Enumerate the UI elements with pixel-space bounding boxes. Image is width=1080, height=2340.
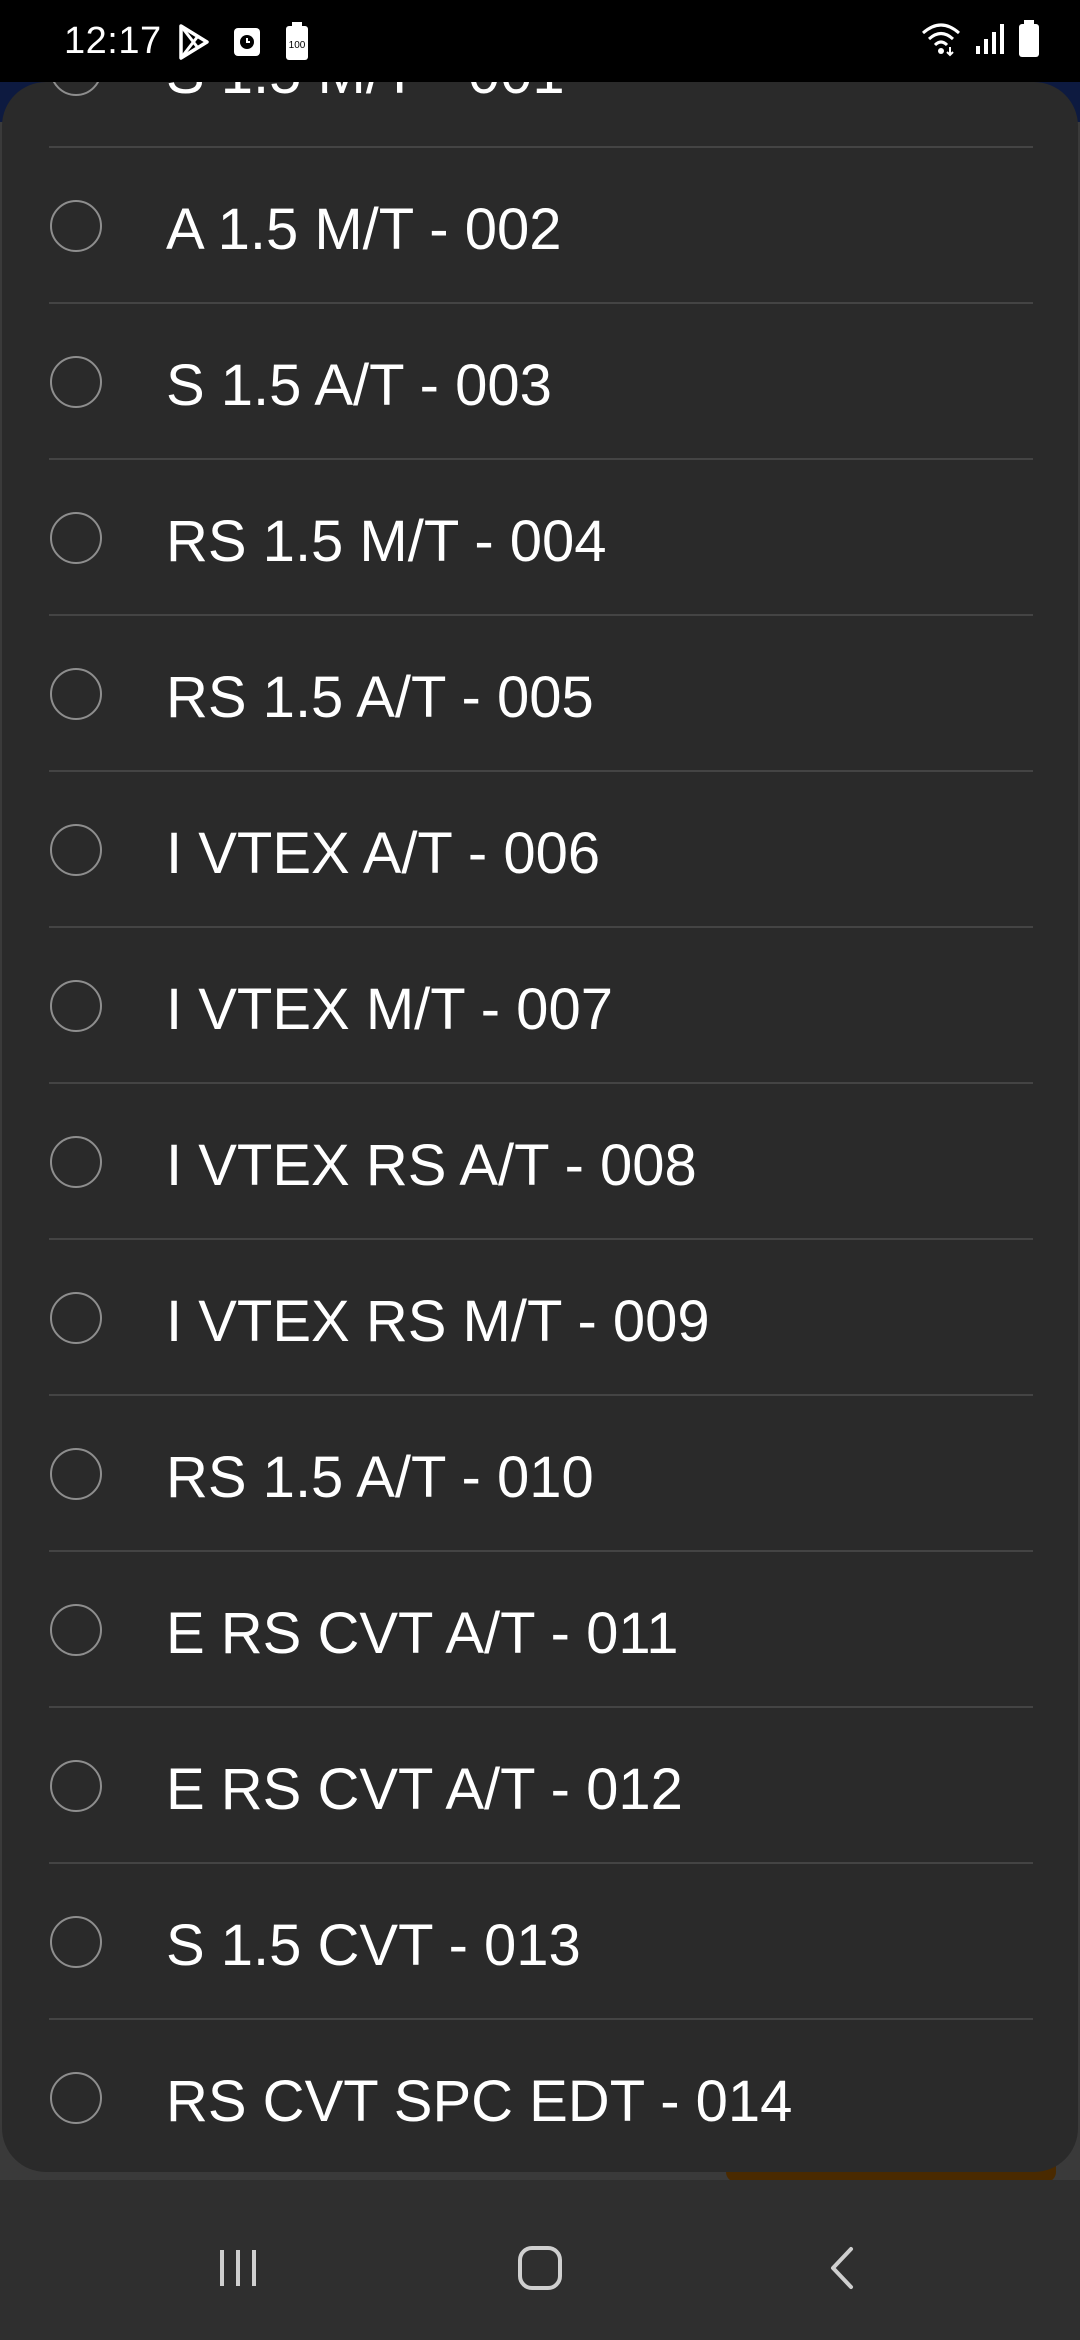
option-label: I VTEX RS M/T - 009: [166, 1289, 710, 1354]
option-row[interactable]: S 1.5 M/T - 001: [2, 82, 1078, 148]
radio-button[interactable]: [50, 200, 102, 252]
option-label: RS 1.5 A/T - 010: [166, 1445, 594, 1510]
status-notification-icons: 100: [178, 22, 310, 62]
back-icon: [827, 2245, 857, 2291]
signal-icon: [974, 22, 1006, 56]
battery-100-icon: 100: [284, 22, 310, 62]
radio-button[interactable]: [50, 1292, 102, 1344]
recents-icon: [216, 2248, 260, 2288]
home-button[interactable]: [480, 2228, 600, 2308]
battery-icon: [1018, 20, 1040, 58]
option-row[interactable]: RS 1.5 A/T - 005: [2, 616, 1078, 772]
wifi-icon: [920, 21, 962, 57]
option-row[interactable]: E RS CVT A/T - 011: [2, 1552, 1078, 1708]
option-label: I VTEX RS A/T - 008: [166, 1133, 697, 1198]
option-row[interactable]: RS 1.5 M/T - 004: [2, 460, 1078, 616]
option-label: I VTEX M/T - 007: [166, 977, 613, 1042]
variant-selection-dialog: S 1.5 M/T - 001 A 1.5 M/T - 002 S 1.5 A/T …: [2, 82, 1078, 2172]
svg-text:100: 100: [289, 40, 306, 51]
option-label: A 1.5 M/T - 002: [166, 197, 562, 262]
back-button[interactable]: [782, 2228, 902, 2308]
option-row[interactable]: A 1.5 M/T - 002: [2, 148, 1078, 304]
recents-button[interactable]: [178, 2228, 298, 2308]
option-label: S 1.5 M/T - 001: [166, 82, 565, 107]
option-list[interactable]: S 1.5 M/T - 001 A 1.5 M/T - 002 S 1.5 A/T …: [2, 82, 1078, 2172]
option-row[interactable]: I VTEX M/T - 007: [2, 928, 1078, 1084]
radio-button[interactable]: [50, 824, 102, 876]
option-row[interactable]: RS CVT SPC EDT - 014: [2, 2020, 1078, 2172]
status-time: 12:17: [64, 20, 162, 62]
radio-button[interactable]: [50, 1136, 102, 1188]
option-label: RS 1.5 M/T - 004: [166, 509, 607, 574]
radio-button[interactable]: [50, 356, 102, 408]
option-row[interactable]: S 1.5 CVT - 013: [2, 1864, 1078, 2020]
option-label: I VTEX A/T - 006: [166, 821, 601, 886]
option-label: E RS CVT A/T - 012: [166, 1757, 683, 1822]
option-row[interactable]: E RS CVT A/T - 012: [2, 1708, 1078, 1864]
status-system-icons: [920, 20, 1040, 58]
option-row[interactable]: I VTEX RS A/T - 008: [2, 1084, 1078, 1240]
navigation-bar: [0, 2180, 1080, 2340]
clock-app-icon: [232, 25, 262, 59]
play-store-icon: [178, 24, 210, 60]
home-icon: [517, 2245, 563, 2291]
option-row[interactable]: S 1.5 A/T - 003: [2, 304, 1078, 460]
option-label: S 1.5 CVT - 013: [166, 1913, 581, 1978]
option-label: RS CVT SPC EDT - 014: [166, 2069, 793, 2134]
radio-button[interactable]: [50, 980, 102, 1032]
radio-button[interactable]: [50, 2072, 102, 2124]
option-label: S 1.5 A/T - 003: [166, 353, 552, 418]
radio-button[interactable]: [50, 512, 102, 564]
status-bar: 12:17 100: [0, 0, 1080, 82]
radio-button[interactable]: [50, 1760, 102, 1812]
option-row[interactable]: I VTEX A/T - 006: [2, 772, 1078, 928]
option-label: RS 1.5 A/T - 005: [166, 665, 594, 730]
option-row[interactable]: I VTEX RS M/T - 009: [2, 1240, 1078, 1396]
radio-button[interactable]: [50, 82, 102, 96]
radio-button[interactable]: [50, 1604, 102, 1656]
radio-button[interactable]: [50, 668, 102, 720]
radio-button[interactable]: [50, 1916, 102, 1968]
option-label: E RS CVT A/T - 011: [166, 1601, 679, 1666]
radio-button[interactable]: [50, 1448, 102, 1500]
option-row[interactable]: RS 1.5 A/T - 010: [2, 1396, 1078, 1552]
